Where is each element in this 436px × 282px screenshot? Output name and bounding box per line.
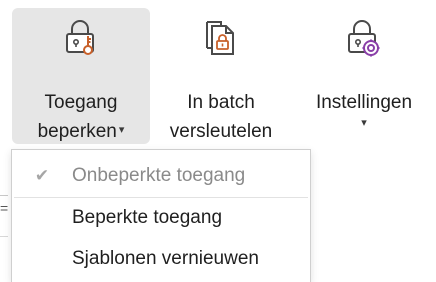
menu-item-label: Sjablonen vernieuwen	[72, 248, 259, 269]
menu-item-restricted-access[interactable]: Beperkte toegang	[12, 198, 310, 238]
restrict-access-label-line1: Toegang	[44, 92, 118, 113]
chevron-down-icon: ▾	[361, 117, 367, 129]
batch-encrypt-button[interactable]: In batch versleutelen	[154, 8, 288, 144]
restrict-access-button[interactable]: Toegang beperken ▾	[12, 8, 150, 144]
restrict-access-label: Toegang beperken ▾	[38, 88, 125, 146]
batch-encrypt-label-line2: versleutelen	[169, 121, 273, 142]
settings-label: Instellingen ▾	[316, 88, 412, 129]
restrict-access-label-line2: beperken	[37, 121, 117, 142]
checkmark-icon: ✔	[34, 166, 50, 185]
menu-item-unrestricted-access[interactable]: ✔ Onbeperkte toegang	[12, 156, 310, 196]
padlock-gear-icon	[344, 18, 384, 58]
batch-encrypt-label: In batch versleutelen	[170, 88, 272, 146]
background-divider	[0, 236, 8, 237]
menu-item-label: Onbeperkte toegang	[72, 165, 246, 186]
documents-lock-icon	[201, 18, 241, 58]
batch-encrypt-label-line1: In batch	[187, 92, 255, 113]
settings-button[interactable]: Instellingen ▾	[296, 8, 432, 144]
menu-item-refresh-templates[interactable]: Sjablonen vernieuwen	[12, 239, 310, 279]
background-fragment-icon: =	[0, 200, 9, 216]
menu-item-label: Beperkte toegang	[72, 207, 223, 228]
settings-label-line1: Instellingen	[315, 92, 413, 113]
ribbon-panel: Toegang beperken▾ In batch versleutelen	[0, 0, 436, 282]
padlock-key-icon	[61, 18, 101, 58]
restrict-access-dropdown-menu: ✔ Onbeperkte toegang Beperkte toegang Sj…	[11, 149, 311, 282]
chevron-down-icon: ▾	[118, 124, 125, 137]
background-window-edge: =	[0, 195, 8, 282]
